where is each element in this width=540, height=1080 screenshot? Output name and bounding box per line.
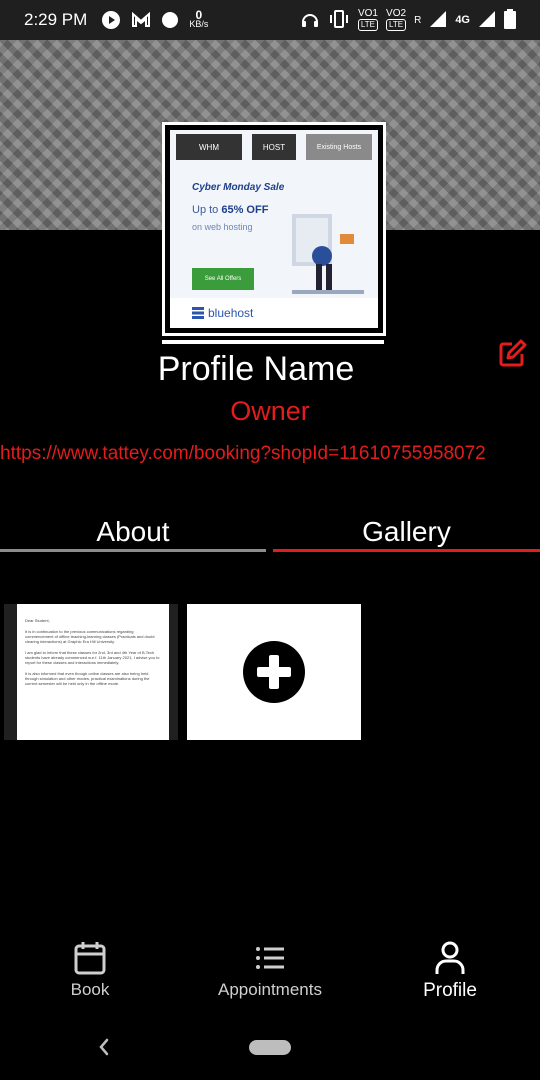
- ad-offer-value: 65% OFF: [221, 204, 269, 216]
- vo1-label: VO1: [357, 8, 378, 19]
- booking-link[interactable]: https://www.tattey.com/booking?shopId=11…: [0, 442, 540, 465]
- ad-brand-name: bluehost: [208, 306, 254, 320]
- nav-book-label: Book: [70, 980, 110, 999]
- lte-label: LTE: [357, 19, 378, 31]
- play-circle-icon: [101, 10, 121, 30]
- signal-icon-2: [478, 10, 496, 31]
- nav-profile-label: Profile: [423, 980, 477, 1001]
- person-icon: [435, 941, 465, 974]
- net-speed: 0 KB/s: [189, 9, 209, 29]
- profile-name: Profile Name: [157, 350, 355, 388]
- tab-about-label: About: [96, 516, 170, 547]
- network-label: 4G: [455, 14, 470, 26]
- dot-icon: [161, 11, 179, 29]
- tab-gallery[interactable]: Gallery: [273, 516, 540, 556]
- roaming-label: R: [414, 14, 422, 26]
- nav-book[interactable]: Book: [0, 940, 180, 1000]
- status-bar: 2:29 PM 0 KB/s VO1 LTE VO2 LTE R 4G: [0, 0, 540, 40]
- add-photo-button[interactable]: [187, 604, 361, 740]
- doc-line: It is also informed that even though onl…: [25, 671, 150, 686]
- battery-icon: [504, 8, 516, 32]
- net-speed-unit: KB/s: [189, 19, 209, 29]
- ad-tab-3: Existing Hosts: [306, 134, 372, 160]
- doc-line: I am glad to inform that these classes f…: [25, 650, 160, 665]
- status-time: 2:29 PM: [24, 10, 88, 29]
- profile-role: Owner: [230, 396, 310, 426]
- ad-headline: Cyber Monday Sale: [192, 182, 285, 193]
- headphones-icon: [300, 9, 320, 32]
- profile-picture-underline: [162, 340, 384, 344]
- ad-offer-prefix: Up to: [192, 204, 219, 216]
- ad-offer-sub: on web hosting: [192, 222, 253, 232]
- ad-tab-1: WHM: [176, 134, 242, 160]
- tab-gallery-indicator: [273, 549, 540, 552]
- back-icon[interactable]: [94, 1036, 114, 1058]
- ad-cta-button: See All Offers: [192, 268, 254, 290]
- lte-label-2: LTE: [386, 19, 407, 31]
- ad-illustration-icon: [292, 214, 364, 294]
- home-button[interactable]: [249, 1040, 291, 1055]
- vo2-badge: VO2 LTE: [386, 8, 407, 31]
- ad-offer: Up to 65% OFF: [192, 204, 268, 216]
- add-icon: [243, 641, 305, 703]
- profile-tabs: About Gallery: [0, 516, 540, 560]
- tab-gallery-label: Gallery: [362, 516, 451, 547]
- gmail-icon: [131, 12, 151, 28]
- system-navigation-bar: [0, 1030, 540, 1064]
- doc-line: Dear Student,: [25, 618, 50, 623]
- doc-line: It is in continuation to the previous co…: [25, 629, 155, 644]
- tab-about[interactable]: About: [0, 516, 266, 556]
- ad-brand: bluehost: [170, 298, 378, 328]
- nav-appointments[interactable]: Appointments: [180, 940, 360, 1000]
- calendar-icon: [74, 942, 106, 975]
- gallery-item[interactable]: Dear Student, It is in continuation to t…: [4, 604, 178, 740]
- tab-about-indicator: [0, 549, 266, 552]
- gallery-document-image: Dear Student, It is in continuation to t…: [17, 604, 169, 740]
- signal-icon: [429, 10, 447, 31]
- bluehost-logo-icon: [192, 307, 204, 319]
- vo2-label: VO2: [386, 8, 407, 19]
- profile-picture[interactable]: WHM HOST Existing Hosts Cyber Monday Sal…: [162, 122, 386, 336]
- vo1-badge: VO1 LTE: [357, 8, 378, 31]
- nav-profile[interactable]: Profile: [360, 940, 540, 1002]
- ad-tab-2: HOST: [252, 134, 296, 160]
- list-icon: [256, 947, 284, 969]
- ad-banner: WHM HOST Existing Hosts Cyber Monday Sal…: [170, 130, 378, 328]
- status-right: VO1 LTE VO2 LTE R 4G: [300, 8, 516, 32]
- nav-appointments-label: Appointments: [218, 980, 322, 999]
- bottom-navigation: Book Appointments Profile: [0, 940, 540, 1010]
- vibrate-icon: [328, 9, 350, 32]
